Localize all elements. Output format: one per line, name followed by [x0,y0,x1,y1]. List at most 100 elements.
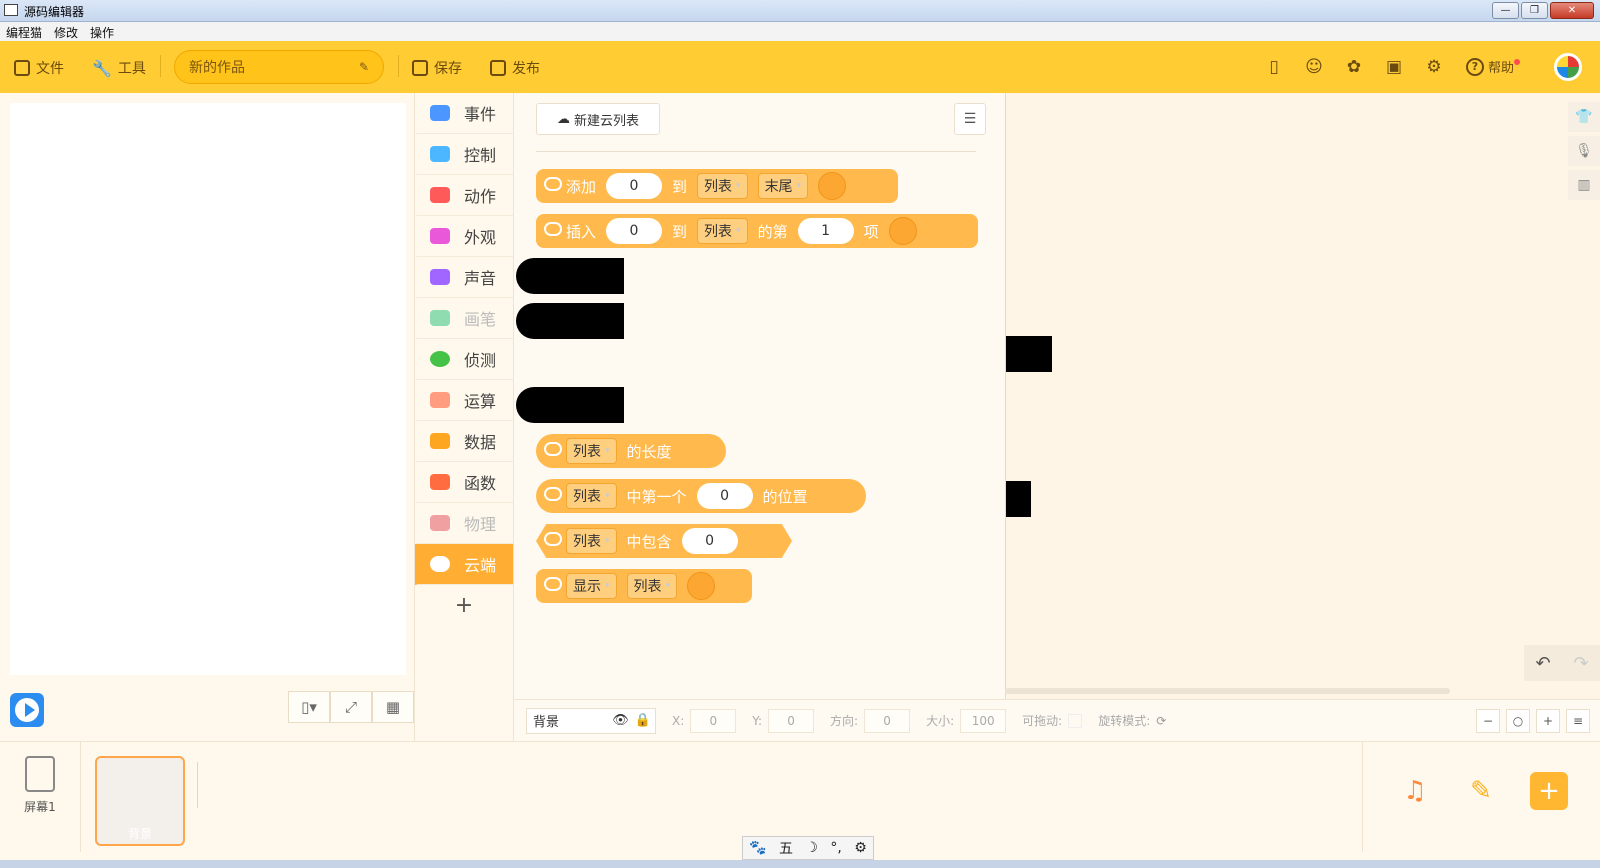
list-dropdown[interactable]: 列表 [566,528,617,554]
code-canvas[interactable] [1005,93,1600,699]
shirt-icon[interactable]: 👕 [1568,102,1600,132]
cloud-toggle-icon[interactable] [687,572,716,600]
microphone-icon[interactable]: 🎙 [1568,136,1600,166]
paint-icon[interactable]: ✎ [1462,772,1500,810]
fullscreen-icon[interactable]: ⤢ [330,691,372,723]
category-events[interactable]: 事件 [415,93,513,134]
tools-button[interactable]: 🔧 工具 [92,58,146,78]
divider [536,151,976,152]
category-physics[interactable]: 物理 [415,503,513,544]
show-dropdown[interactable]: 显示 [566,573,617,599]
save-button[interactable]: 保存 [412,58,462,78]
help-button[interactable]: ? 帮助 [1466,57,1521,76]
grid-icon[interactable]: ▦ [372,691,414,723]
screen-1[interactable]: 屏幕1 [18,756,62,815]
zoom-reset-icon[interactable]: ○ [1506,709,1530,733]
settings-icon[interactable]: ⚙ [1424,57,1444,77]
zoom-out-icon[interactable]: − [1476,709,1500,733]
category-looks[interactable]: 外观 [415,216,513,257]
extension-icon[interactable]: ✿ [1344,57,1364,77]
redacted-block [1006,336,1052,372]
lock-icon[interactable]: 🔒 [635,713,651,728]
add-category-button[interactable]: + [415,585,513,626]
list-dropdown[interactable]: 列表 [566,438,617,464]
backpack-icon[interactable]: ▣ [1384,57,1404,77]
list-manager-icon[interactable]: ☰ [954,103,986,135]
category-control[interactable]: 控制 [415,134,513,175]
file-button[interactable]: 文件 [14,58,64,78]
list-dropdown[interactable]: 列表 [697,218,748,244]
cloud-toggle-icon[interactable] [888,217,917,245]
menu-codemao[interactable]: 编程猫 [6,22,48,41]
size-field[interactable]: 100 [960,708,1007,733]
robot-icon[interactable]: ☺ [1304,57,1324,77]
new-cloud-list-button[interactable]: ☁ 新建云列表 [536,103,660,135]
cloud-toggle-icon[interactable] [818,172,847,200]
bar-chart-icon[interactable]: ▥ [1568,170,1600,200]
direction-field[interactable]: 0 [864,708,911,733]
paw-icon[interactable]: 🐾 [749,840,766,856]
list-contains-block[interactable]: 列表 中包含 0 [536,524,792,558]
title-bar: 源码编辑器 — ❐ ✕ [0,0,1600,22]
avatar[interactable] [1554,53,1582,81]
add-folder-icon[interactable]: + [1530,772,1568,810]
undo-icon[interactable]: ↶ [1535,653,1550,674]
y-field[interactable]: 0 [768,708,815,733]
value-slot[interactable]: 0 [606,173,663,199]
publish-button[interactable]: 发布 [490,58,540,78]
mobile-icon[interactable]: ▯ [1264,57,1284,77]
insert-into-list-block[interactable]: 插入 0 到 列表 的第 1 项 [536,214,978,248]
category-pen[interactable]: 画笔 [415,298,513,339]
menu-icon[interactable]: ≡ [1566,709,1590,733]
show-list-block[interactable]: 显示 列表 [536,569,752,603]
value-slot[interactable]: 0 [606,218,663,244]
cloud-icon [544,487,562,501]
gear-icon[interactable]: ⚙ [854,840,867,856]
eye-icon[interactable]: 👁 [612,713,629,728]
horizontal-scrollbar[interactable] [1005,688,1450,694]
category-motion[interactable]: 动作 [415,175,513,216]
redacted-block [516,258,624,294]
maximize-button[interactable]: ❐ [1521,2,1548,19]
index-slot[interactable]: 1 [797,218,854,244]
list-dropdown[interactable]: 列表 [697,173,748,199]
list-length-block[interactable]: 列表 的长度 [536,434,726,468]
redacted-block [1006,481,1031,517]
value-slot[interactable]: 0 [696,483,753,509]
device-select-button[interactable]: ▯▾ [288,691,330,723]
redo-icon[interactable]: ↷ [1573,653,1588,674]
undo-redo: ↶ ↷ [1524,645,1600,681]
category-data[interactable]: 数据 [415,421,513,462]
punctuation-icon[interactable]: °, [830,840,841,856]
list-dropdown[interactable]: 列表 [566,483,617,509]
menu-edit[interactable]: 修改 [54,22,84,41]
upload-icon [490,60,506,76]
value-slot[interactable]: 0 [681,528,738,554]
category-functions[interactable]: 函数 [415,462,513,503]
x-field[interactable]: 0 [690,708,737,733]
category-sound[interactable]: 声音 [415,257,513,298]
zoom-in-icon[interactable]: + [1536,709,1560,733]
music-icon[interactable]: ♫ [1396,772,1434,810]
moon-icon[interactable]: ☽ [805,840,818,856]
close-button[interactable]: ✕ [1550,2,1594,19]
list-dropdown[interactable]: 列表 [626,573,678,599]
minimize-button[interactable]: — [1492,2,1519,19]
category-operators[interactable]: 运算 [415,380,513,421]
ime-mode[interactable]: 五 [779,838,793,858]
background-thumbnail[interactable]: 背景 [95,756,185,846]
gamepad-icon [430,146,450,162]
play-button[interactable] [10,693,44,727]
position-dropdown[interactable]: 末尾 [757,173,809,199]
stage-canvas[interactable] [10,103,406,675]
draggable-toggle[interactable] [1068,713,1083,728]
list-index-of-block[interactable]: 列表 中第一个 0 的位置 [536,479,866,513]
window-title: 源码编辑器 [24,5,85,19]
project-name-input[interactable]: 新的作品 ✎ [174,50,384,84]
menu-operate[interactable]: 操作 [90,22,120,41]
sprite-name-field[interactable]: 背景 👁 🔒 [526,707,656,734]
rotate-icon[interactable]: ⟳ [1156,714,1166,728]
category-sensing[interactable]: 侦测 [415,339,513,380]
add-to-list-block[interactable]: 添加 0 到 列表 末尾 [536,169,898,203]
category-cloud[interactable]: 云端 [415,544,513,585]
